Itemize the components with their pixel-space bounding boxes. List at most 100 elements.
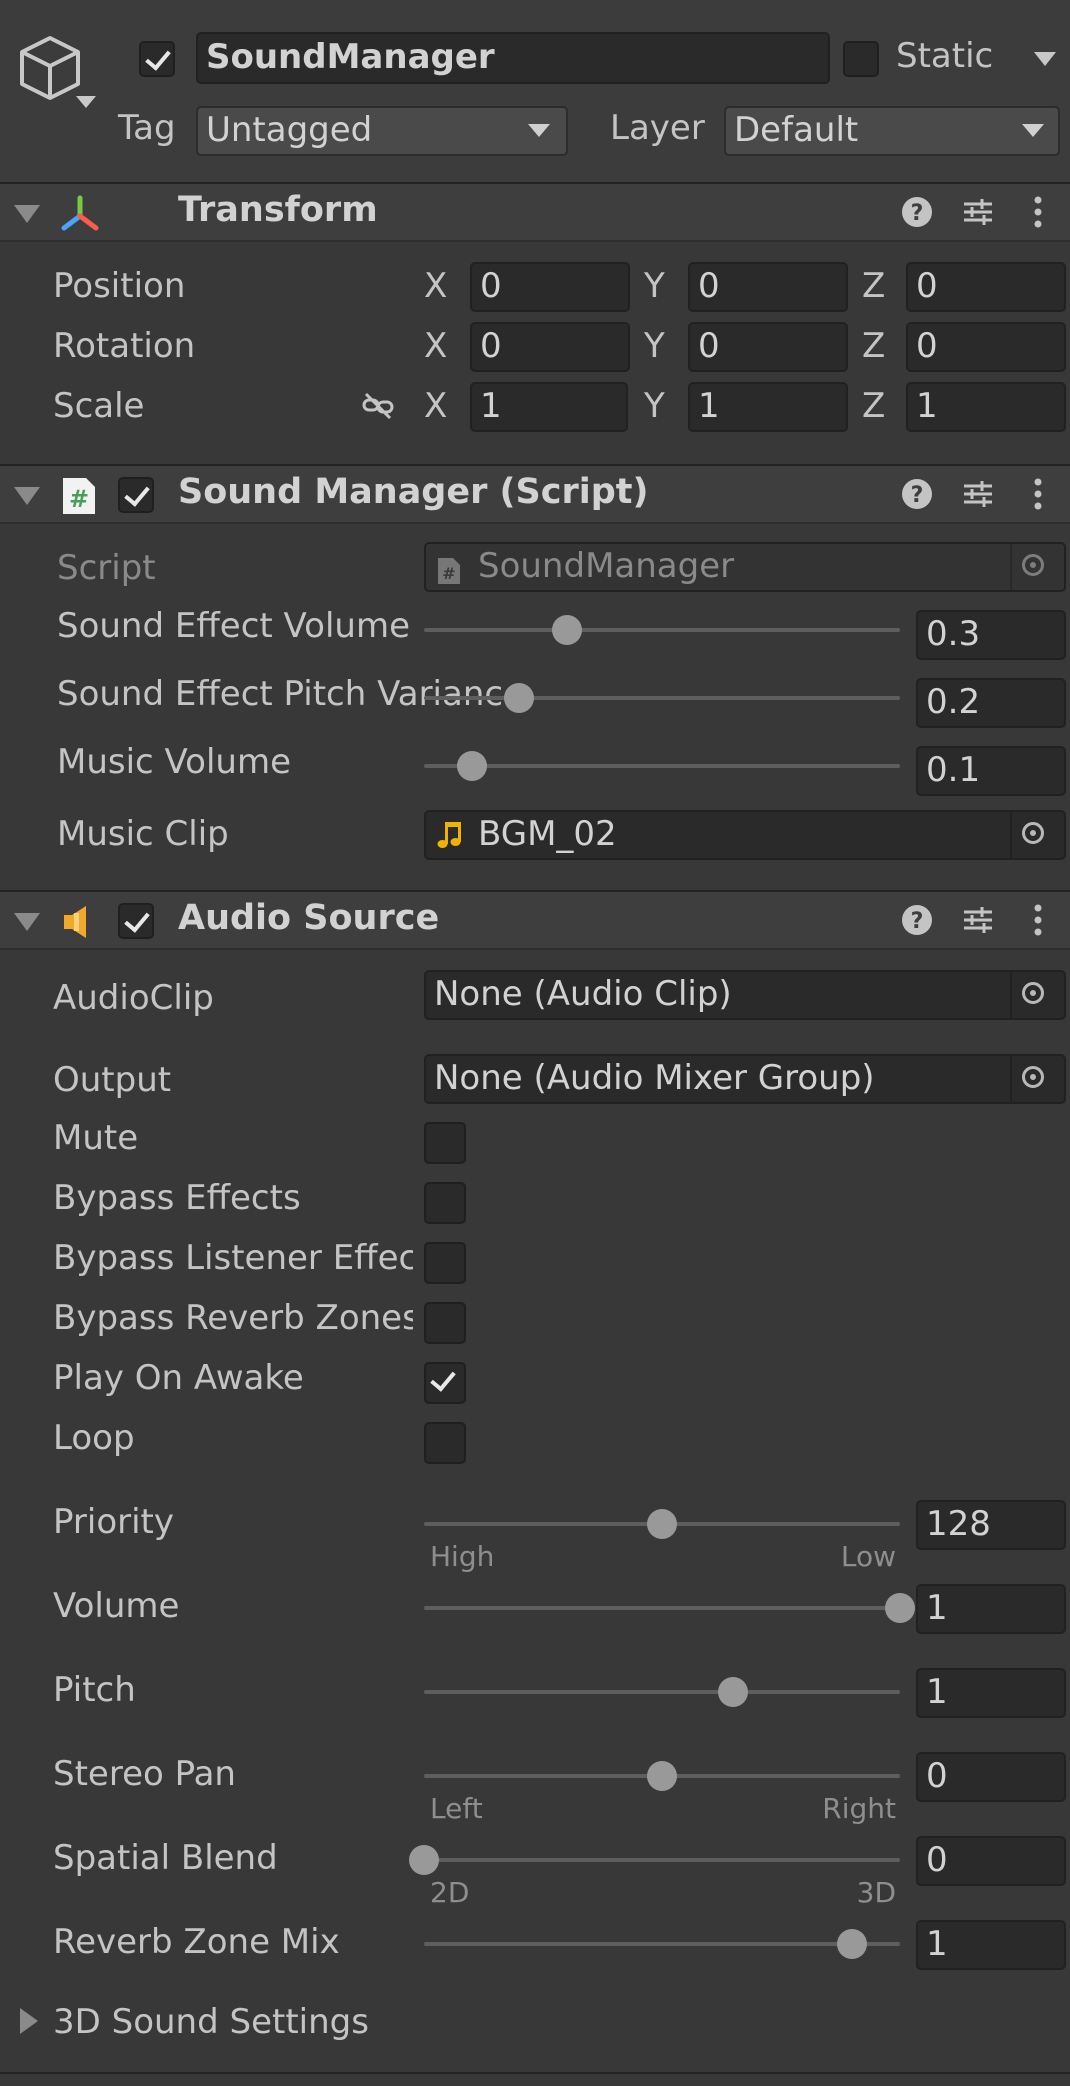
position-y-axis-label[interactable]: Y bbox=[644, 266, 665, 306]
slider-knob[interactable] bbox=[885, 1593, 915, 1623]
help-icon[interactable]: ? bbox=[899, 476, 935, 512]
toggle-label: Bypass Listener Effects bbox=[53, 1238, 413, 1278]
toggle-checkbox[interactable] bbox=[424, 1182, 466, 1224]
rotation-z-axis-label[interactable]: Z bbox=[862, 326, 885, 366]
toggle-checkbox[interactable] bbox=[424, 1242, 466, 1284]
sound-manager-header[interactable]: # Sound Manager (Script) ? bbox=[0, 464, 1070, 524]
svg-text:#: # bbox=[69, 485, 89, 513]
scale-z-axis-label[interactable]: Z bbox=[862, 386, 885, 426]
scale-z-field[interactable]: 1 bbox=[906, 382, 1066, 432]
position-z-axis-label[interactable]: Z bbox=[862, 266, 885, 306]
rotation-x-field[interactable]: 0 bbox=[470, 322, 630, 372]
scale-y-axis-label[interactable]: Y bbox=[644, 386, 665, 426]
slider-knob[interactable] bbox=[718, 1677, 748, 1707]
as-slider-label: Priority bbox=[53, 1502, 175, 1542]
presets-icon[interactable] bbox=[960, 902, 996, 938]
slider-track[interactable] bbox=[424, 696, 900, 700]
slider-knob[interactable] bbox=[837, 1929, 867, 1959]
svg-text:?: ? bbox=[911, 909, 924, 934]
audioclip-value: None (Audio Clip) bbox=[434, 974, 732, 1014]
svg-text:?: ? bbox=[911, 201, 924, 226]
help-icon[interactable]: ? bbox=[899, 194, 935, 230]
transform-icon bbox=[58, 194, 102, 234]
scale-y-field[interactable]: 1 bbox=[688, 382, 848, 432]
rotation-y-field[interactable]: 0 bbox=[688, 322, 848, 372]
slider-knob[interactable] bbox=[647, 1761, 677, 1791]
rotation-x-axis-label[interactable]: X bbox=[424, 326, 447, 366]
as-slider-value-field[interactable]: 128 bbox=[916, 1500, 1066, 1550]
toggle-label: Bypass Reverb Zones bbox=[53, 1298, 413, 1338]
output-field[interactable]: None (Audio Mixer Group) bbox=[424, 1054, 1066, 1104]
active-checkbox[interactable] bbox=[139, 41, 175, 77]
slider-knob[interactable] bbox=[504, 683, 534, 713]
3d-sound-settings-label[interactable]: 3D Sound Settings bbox=[53, 2002, 369, 2042]
as-slider-value-field[interactable]: 0 bbox=[916, 1836, 1066, 1886]
foldout-arrow-icon[interactable] bbox=[14, 487, 40, 505]
layer-dropdown[interactable]: Default bbox=[724, 106, 1060, 156]
slider-knob[interactable] bbox=[552, 615, 582, 645]
position-x-axis-label[interactable]: X bbox=[424, 266, 447, 306]
position-y-field[interactable]: 0 bbox=[688, 262, 848, 312]
layer-label: Layer bbox=[610, 108, 705, 148]
toggle-checkbox[interactable] bbox=[424, 1362, 466, 1404]
scale-x-axis-label[interactable]: X bbox=[424, 386, 447, 426]
audioclip-field[interactable]: None (Audio Clip) bbox=[424, 970, 1066, 1020]
slider-knob[interactable] bbox=[647, 1509, 677, 1539]
music-clip-picker-icon[interactable] bbox=[1010, 811, 1056, 859]
as-slider-value-field[interactable]: 1 bbox=[916, 1584, 1066, 1634]
position-label: Position bbox=[53, 266, 186, 306]
sound-manager-enabled-checkbox[interactable] bbox=[118, 477, 154, 513]
static-checkbox[interactable] bbox=[843, 41, 879, 77]
music-clip-field[interactable]: BGM_02 bbox=[424, 810, 1066, 860]
slider-track[interactable] bbox=[424, 1606, 900, 1610]
kebab-menu-icon[interactable] bbox=[1020, 902, 1056, 938]
slider-knob[interactable] bbox=[457, 751, 487, 781]
sm-slider-value-field[interactable]: 0.1 bbox=[916, 746, 1066, 796]
transform-header[interactable]: Transform ? bbox=[0, 182, 1070, 242]
slider-track[interactable] bbox=[424, 1858, 900, 1862]
object-name-field[interactable]: SoundManager bbox=[196, 32, 830, 84]
rotation-z-field[interactable]: 0 bbox=[906, 322, 1066, 372]
slider-track[interactable] bbox=[424, 1942, 900, 1946]
audioclip-picker-icon[interactable] bbox=[1010, 971, 1056, 1019]
rotation-label: Rotation bbox=[53, 326, 196, 366]
sm-slider-value-field[interactable]: 0.2 bbox=[916, 678, 1066, 728]
presets-icon[interactable] bbox=[960, 476, 996, 512]
rotation-y-axis-label[interactable]: Y bbox=[644, 326, 665, 366]
audio-source-header[interactable]: Audio Source ? bbox=[0, 890, 1070, 950]
slider-track[interactable] bbox=[424, 764, 900, 768]
scale-x-field[interactable]: 1 bbox=[470, 382, 628, 432]
script-small-icon: # bbox=[436, 554, 462, 584]
foldout-arrow-icon[interactable] bbox=[14, 913, 40, 931]
toggle-checkbox[interactable] bbox=[424, 1422, 466, 1464]
kebab-menu-icon[interactable] bbox=[1020, 194, 1056, 230]
toggle-label: Play On Awake bbox=[53, 1358, 304, 1398]
toggle-label: Loop bbox=[53, 1418, 135, 1458]
sm-slider-value-field[interactable]: 0.3 bbox=[916, 610, 1066, 660]
slider-track[interactable] bbox=[424, 628, 900, 632]
output-label: Output bbox=[53, 1060, 172, 1100]
3d-sound-foldout-icon[interactable] bbox=[20, 2008, 38, 2034]
constrain-proportions-icon[interactable] bbox=[360, 388, 396, 424]
as-slider-label: Pitch bbox=[53, 1670, 136, 1710]
slider-knob[interactable] bbox=[409, 1845, 439, 1875]
as-slider-label: Volume bbox=[53, 1586, 180, 1626]
help-icon[interactable]: ? bbox=[899, 902, 935, 938]
kebab-menu-icon[interactable] bbox=[1020, 476, 1056, 512]
position-z-field[interactable]: 0 bbox=[906, 262, 1066, 312]
toggle-label: Mute bbox=[53, 1118, 139, 1158]
toggle-checkbox[interactable] bbox=[424, 1302, 466, 1344]
cube-icon[interactable] bbox=[14, 30, 104, 120]
tag-dropdown[interactable]: Untagged bbox=[196, 106, 568, 156]
slider-track[interactable] bbox=[424, 1690, 900, 1694]
as-slider-value-field[interactable]: 1 bbox=[916, 1920, 1066, 1970]
output-picker-icon[interactable] bbox=[1010, 1055, 1056, 1103]
position-x-field[interactable]: 0 bbox=[470, 262, 630, 312]
static-dropdown-icon[interactable] bbox=[1034, 52, 1056, 66]
foldout-arrow-icon[interactable] bbox=[14, 205, 40, 223]
audio-source-enabled-checkbox[interactable] bbox=[118, 903, 154, 939]
as-slider-value-field[interactable]: 0 bbox=[916, 1752, 1066, 1802]
toggle-checkbox[interactable] bbox=[424, 1122, 466, 1164]
presets-icon[interactable] bbox=[960, 194, 996, 230]
as-slider-value-field[interactable]: 1 bbox=[916, 1668, 1066, 1718]
